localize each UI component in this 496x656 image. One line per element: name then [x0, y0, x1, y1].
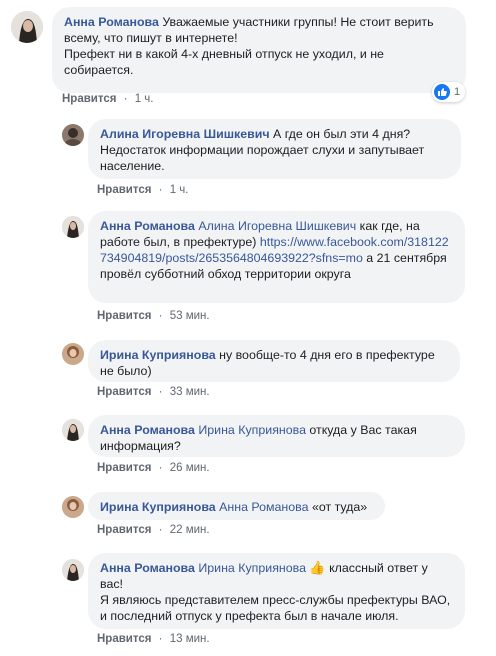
- like-button[interactable]: Нравится: [97, 633, 151, 645]
- comment-3: Анна Романова Алина Игоревна Шишкевич ка…: [0, 200, 496, 328]
- comment-text-2: Префект ни в какой 4-х дневный отпуск не…: [64, 47, 384, 77]
- avatar[interactable]: [11, 11, 43, 43]
- comment-actions: Нравится · 1 ч.: [97, 184, 188, 196]
- avatar-photo-icon: [62, 343, 84, 365]
- like-button[interactable]: Нравится: [62, 93, 116, 105]
- comment-bubble: Алина Игоревна Шишкевич А где он был эти…: [88, 119, 461, 179]
- comment-author[interactable]: Алина Игоревна Шишкевич: [100, 127, 270, 141]
- reaction-badge[interactable]: 1: [432, 82, 466, 102]
- separator: ·: [158, 524, 163, 536]
- comment-bubble: Анна Романова Алина Игоревна Шишкевич ка…: [88, 211, 465, 303]
- avatar-photo-icon: [62, 496, 84, 518]
- comment-text-2: Я являюсь представителем пресс-службы пр…: [100, 593, 451, 623]
- comment-actions: Нравится · 22 мин.: [97, 524, 210, 536]
- avatar[interactable]: [62, 216, 84, 238]
- avatar-photo-icon: [62, 216, 84, 238]
- like-button[interactable]: Нравится: [97, 386, 151, 398]
- comment-actions: Нравится · 26 мин.: [97, 462, 210, 474]
- comment-bubble: Ирина Куприянова Анна Романова «от туда»: [88, 492, 385, 520]
- comment-author[interactable]: Ирина Куприянова: [100, 500, 216, 514]
- thumbs-up-emoji-icon: 👍: [309, 560, 326, 575]
- comment-2: Алина Игоревна Шишкевич А где он был эти…: [0, 110, 496, 200]
- comment-time[interactable]: 1 ч.: [135, 93, 154, 105]
- comment-author[interactable]: Анна Романова: [100, 561, 195, 575]
- separator: ·: [158, 633, 163, 645]
- comment-7: Анна Романова Ирина Куприянова 👍 классны…: [0, 544, 496, 656]
- comment-bubble: Анна Романова Ирина Куприянова откуда у …: [88, 415, 465, 457]
- like-button[interactable]: Нравится: [97, 184, 151, 196]
- comment-time[interactable]: 1 ч.: [170, 184, 189, 196]
- mention-link[interactable]: Ирина Куприянова: [198, 561, 306, 575]
- separator: ·: [123, 93, 128, 105]
- comment-6: Ирина Куприянова Анна Романова «от туда»…: [0, 482, 496, 544]
- comment-time[interactable]: 26 мин.: [170, 462, 210, 474]
- comment-bubble: Ирина Куприянова ну вообще-то 4 дня его …: [88, 340, 460, 382]
- separator: ·: [158, 386, 163, 398]
- comment-time[interactable]: 13 мин.: [170, 633, 210, 645]
- comment-time[interactable]: 22 мин.: [170, 524, 210, 536]
- mention-link[interactable]: Ирина Куприянова: [198, 423, 306, 437]
- avatar-photo-icon: [11, 11, 43, 43]
- comment-time[interactable]: 33 мин.: [170, 386, 210, 398]
- comment-author[interactable]: Анна Романова: [64, 15, 159, 29]
- avatar[interactable]: [62, 496, 84, 518]
- comment-5: Анна Романова Ирина Куприянова откуда у …: [0, 402, 496, 482]
- mention-link[interactable]: Анна Романова: [219, 500, 308, 514]
- comment-author[interactable]: Анна Романова: [100, 219, 195, 233]
- avatar[interactable]: [62, 419, 84, 441]
- avatar[interactable]: [62, 343, 84, 365]
- like-button[interactable]: Нравится: [97, 462, 151, 474]
- comment-actions: Нравится · 33 мин.: [97, 386, 210, 398]
- comment-actions: Нравится · 1 ч.: [62, 93, 153, 105]
- avatar-photo-icon: [62, 419, 84, 441]
- comment-bubble: Анна Романова Уважаемые участники группы…: [52, 7, 466, 93]
- separator: ·: [158, 184, 163, 196]
- comment-author[interactable]: Анна Романова: [100, 423, 195, 437]
- comment-1: Анна Романова Уважаемые участники группы…: [0, 0, 496, 110]
- comment-actions: Нравится · 53 мин.: [97, 310, 210, 322]
- like-button[interactable]: Нравится: [97, 310, 151, 322]
- comment-author[interactable]: Ирина Куприянова: [100, 348, 216, 362]
- like-reaction-icon: [434, 84, 450, 100]
- separator: ·: [158, 310, 163, 322]
- like-button[interactable]: Нравится: [97, 524, 151, 536]
- comment-bubble: Анна Романова Ирина Куприянова 👍 классны…: [88, 553, 465, 629]
- avatar-photo-icon: [62, 124, 84, 146]
- comment-4: Ирина Куприянова ну вообще-то 4 дня его …: [0, 328, 496, 402]
- comment-actions: Нравится · 13 мин.: [97, 633, 210, 645]
- avatar[interactable]: [62, 559, 84, 581]
- comment-text: «от туда»: [311, 500, 368, 514]
- avatar[interactable]: [62, 124, 84, 146]
- reaction-count: 1: [454, 86, 461, 98]
- mention-link[interactable]: Алина Игоревна Шишкевич: [198, 219, 356, 233]
- separator: ·: [158, 462, 163, 474]
- avatar-photo-icon: [62, 559, 84, 581]
- comment-time[interactable]: 53 мин.: [170, 310, 210, 322]
